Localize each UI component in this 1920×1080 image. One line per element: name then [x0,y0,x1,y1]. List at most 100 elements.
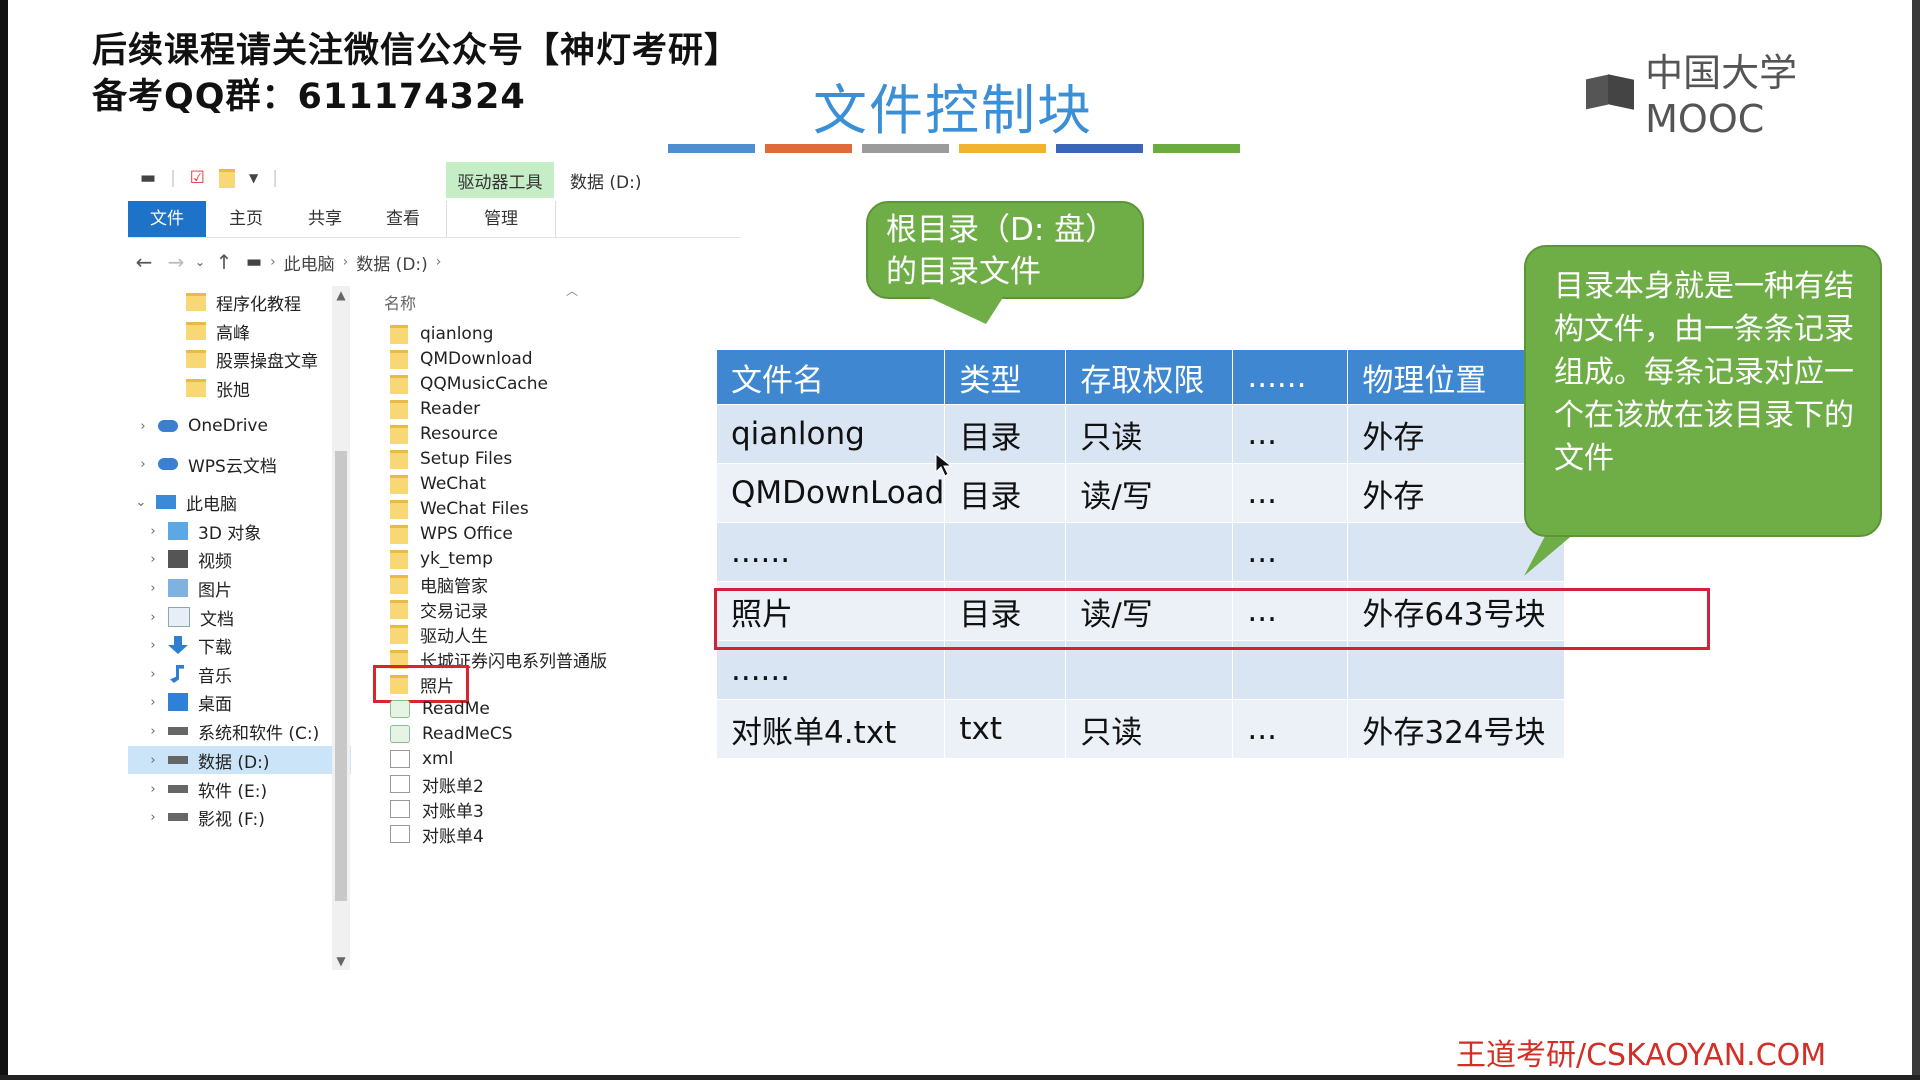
table-header-row: 文件名 类型 存取权限...... 物理位置 [715,349,1566,405]
file-name: WeChat Files [420,499,529,519]
folder-icon [390,424,408,444]
nav-item[interactable]: › 下载 [128,631,232,659]
file-name: yk_temp [420,549,493,569]
file-item[interactable]: WeChat Files [378,495,529,523]
file-item[interactable]: WPS Office [378,520,513,548]
file-name: qianlong [420,324,494,344]
tab-file[interactable]: 文件 [128,201,206,237]
recent-chevron-icon[interactable]: ⌄ [192,255,208,269]
folder-icon [390,599,408,619]
file-item[interactable]: 对账单3 [378,795,484,823]
expand-chevron-icon[interactable]: ⌄ [134,495,148,510]
file-item[interactable]: ReadMe [378,695,490,723]
drive-icon [168,785,188,793]
nav-item[interactable]: › 数据 (D:) [128,746,351,774]
file-item[interactable]: 对账单2 [378,770,484,798]
file-item-photos[interactable]: 照片 [373,665,469,703]
picture-icon [168,579,188,597]
nav-item[interactable]: 张旭 [128,374,250,402]
file-item[interactable]: 对账单4 [378,820,484,848]
nav-item[interactable]: › WPS云文档 [128,450,276,478]
up-icon[interactable]: ↑ [208,250,240,274]
nav-item-label: 软件 (E:) [198,781,268,802]
file-item[interactable]: 驱动人生 [378,620,488,648]
nav-item[interactable]: › 桌面 [128,688,232,716]
file-item[interactable]: QMDownload [378,345,533,373]
download-icon [168,636,188,654]
nav-item[interactable]: › 3D 对象 [128,517,261,545]
expand-chevron-icon[interactable]: › [146,667,160,682]
file-item[interactable]: Setup Files [378,445,512,473]
expand-chevron-icon[interactable]: › [146,695,160,710]
expand-chevron-icon[interactable]: › [146,753,160,768]
callout-root-directory: 根目录（D: 盘）的目录文件 [866,201,1144,299]
drive-small-icon[interactable]: ▬ [140,168,156,188]
file-item[interactable]: WeChat [378,470,486,498]
file-item[interactable]: 长城证券闪电系列普通版 [378,645,607,673]
expand-chevron-icon[interactable]: › [146,610,160,625]
nav-item[interactable]: 高峰 [128,317,250,345]
color-bar-segment [959,144,1046,153]
table-row: 对账单4.txt txt 只读... 外存324号块 [715,699,1566,759]
column-header-name[interactable]: 名称 [384,290,416,314]
file-item[interactable]: ReadMeCS [378,720,513,748]
color-bar-segment [1153,144,1240,153]
file-item[interactable]: Resource [378,420,498,448]
nav-item[interactable]: › 影视 (F:) [128,803,264,831]
drive-icon [168,813,188,821]
file-item[interactable]: 交易记录 [378,595,488,623]
text-file-icon [390,800,410,818]
forward-icon[interactable]: → [160,250,192,274]
nav-item[interactable]: 程序化教程 [128,288,301,316]
expand-chevron-icon[interactable]: › [146,581,160,596]
drive-icon [168,727,188,735]
nav-item[interactable]: › 音乐 [128,660,232,688]
new-folder-icon[interactable] [219,168,236,188]
nav-item[interactable]: 股票操盘文章 [128,345,318,373]
nav-item[interactable]: › 软件 (E:) [128,775,267,803]
scroll-thumb[interactable] [335,451,347,901]
file-item[interactable]: Reader [378,395,480,423]
expand-chevron-icon[interactable]: › [146,724,160,739]
expand-chevron-icon[interactable]: › [146,552,160,567]
nav-item-label: 3D 对象 [198,523,262,544]
navigation-scrollbar[interactable]: ▲ ▼ [332,286,350,970]
expand-chevron-icon[interactable]: › [146,638,160,653]
nav-item[interactable]: › 视频 [128,545,232,573]
expand-chevron-icon[interactable]: › [136,457,150,472]
folder-icon [390,449,408,469]
expand-chevron-icon[interactable]: › [146,782,160,797]
nav-item[interactable]: › 文档 [128,603,234,631]
file-item[interactable]: xml [378,745,453,773]
table-cell: QMDownLoad [715,463,946,523]
expand-chevron-icon[interactable]: › [136,419,150,434]
expand-chevron-icon[interactable]: › [146,524,160,539]
chevron-down-icon[interactable]: ▼ [249,171,258,185]
watermark: 王道考研/CSKAOYAN.COM [1456,1038,1827,1073]
scroll-up-icon[interactable]: ▲ [332,288,350,302]
scroll-down-icon[interactable]: ▼ [332,954,350,968]
breadcrumb-this-pc[interactable]: 此电脑 [284,250,335,275]
back-icon[interactable]: ← [128,250,160,274]
drive-tools-label: 驱动器工具 [446,162,554,198]
nav-item[interactable]: › OneDrive [128,412,268,440]
tab-home[interactable]: 主页 [206,201,286,237]
nav-item[interactable]: › 图片 [128,574,232,602]
nav-item[interactable]: › 系统和软件 (C:) [128,717,319,745]
file-item[interactable]: yk_temp [378,545,493,573]
file-item[interactable]: 电脑管家 [378,570,488,598]
properties-icon[interactable]: ☑ [190,168,205,188]
tab-share[interactable]: 共享 [286,201,364,237]
table-cell: 外存324号块 [1347,699,1566,759]
tab-view[interactable]: 查看 [364,201,442,237]
cube-icon [168,522,188,540]
breadcrumb-data-d[interactable]: 数据 (D:) [356,250,428,275]
nav-item[interactable]: ⌄ 此电脑 [128,488,237,516]
cloud-icon [158,420,178,432]
color-bar-segment [1056,144,1143,153]
file-item[interactable]: qianlong [378,320,493,348]
drive-icon [168,756,188,764]
tab-manage[interactable]: 管理 [446,201,556,237]
expand-chevron-icon[interactable]: › [146,810,160,825]
file-item[interactable]: QQMusicCache [378,370,548,398]
